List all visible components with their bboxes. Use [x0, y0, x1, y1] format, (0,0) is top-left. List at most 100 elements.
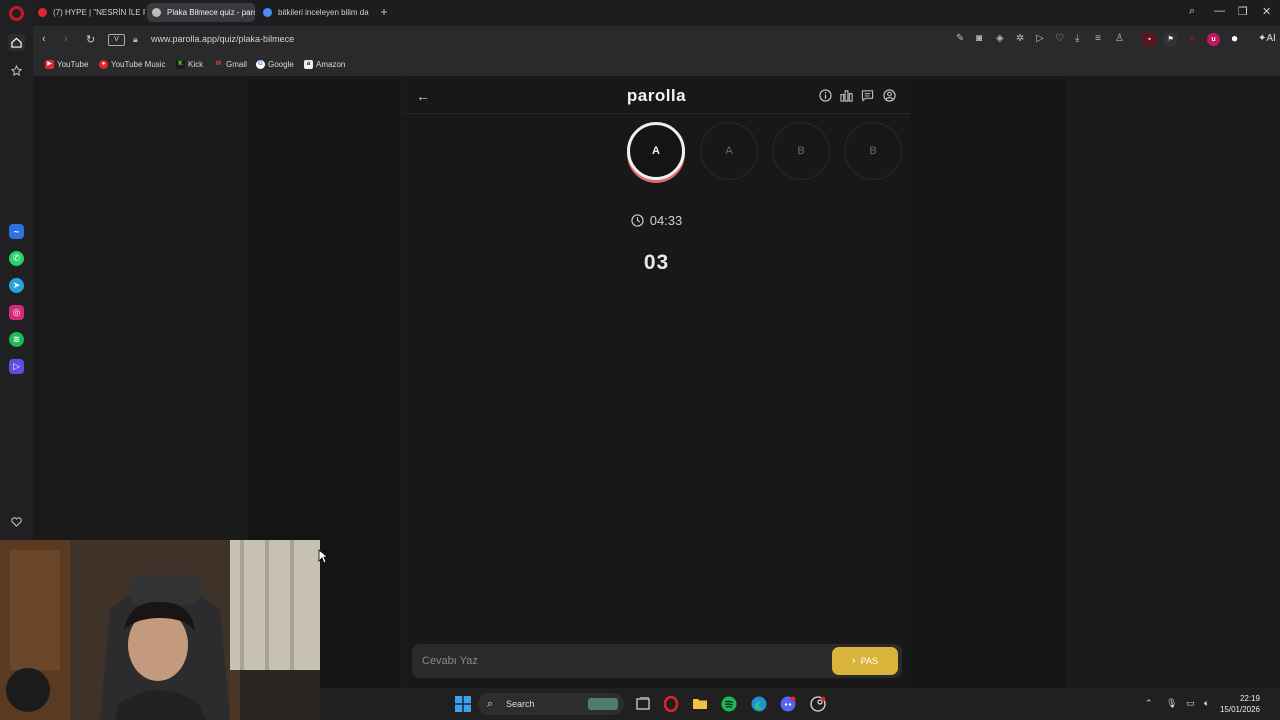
bookmark-label: YouTube Music [111, 60, 166, 69]
comments-icon[interactable] [860, 88, 875, 103]
messenger-icon[interactable]: ~ [9, 224, 24, 239]
player-icon[interactable]: ▷ [9, 359, 24, 374]
forward-icon[interactable]: › [64, 33, 68, 45]
bookmark-kick[interactable]: K Kick [176, 60, 203, 69]
spotify-icon[interactable]: ≋ [9, 332, 24, 347]
webcam-overlay [0, 540, 320, 720]
discord-icon[interactable] [780, 696, 796, 712]
letter-circle: B [772, 122, 830, 180]
letter-label: B [797, 145, 805, 157]
shield-icon[interactable]: ◈ [996, 33, 1004, 44]
extension-icon[interactable]: ▪ [1143, 33, 1156, 46]
timer: 04:33 [402, 213, 911, 230]
kick-icon: K [176, 60, 185, 69]
windows-start-icon[interactable] [455, 696, 471, 712]
download-icon[interactable]: ⤓ [1075, 33, 1079, 44]
screen: ~ ✆ ➤ ◎ ≋ ▷ (7) HYPE | "NESRİN İLE PA Pl… [0, 0, 1280, 720]
tab-label: Plaka Bilmece quiz - parol [167, 8, 255, 17]
search-tabs-icon[interactable]: ⌕ [1189, 5, 1195, 18]
file-explorer-icon[interactable] [692, 696, 708, 712]
task-view-icon[interactable] [635, 696, 651, 712]
chevron-right-icon: › [851, 655, 856, 667]
google-favicon-icon [263, 8, 272, 17]
restore-icon[interactable]: ❐ [1238, 5, 1248, 18]
speed-dial-icon[interactable] [8, 62, 25, 79]
plate-number: 03 [643, 251, 670, 274]
pass-button[interactable]: › PAS [832, 647, 898, 675]
tray-chevron-icon[interactable]: ⌃ [1145, 698, 1153, 709]
youtube-favicon-icon [38, 8, 47, 17]
reload-icon[interactable]: ↻ [86, 33, 95, 46]
bookmark-label: Amazon [316, 60, 346, 69]
right-panel [911, 79, 1065, 688]
aria-ai-icon[interactable]: ✦AI [1258, 33, 1276, 44]
webcam-feed-image [0, 540, 320, 720]
app-header: ← parolla [402, 79, 911, 114]
profile-icon[interactable]: ♙ [1115, 33, 1124, 44]
brand-logo[interactable]: parolla [402, 86, 911, 106]
microphone-icon[interactable]: 🎙︎ [1166, 698, 1177, 709]
windows-taskbar: ⌕ Search ⌃ 🎙︎ ▭ 🔈︎ 22:19 15/01/2026 [320, 688, 1280, 720]
bookmark-youtube-music[interactable]: ● YouTube Music [99, 60, 166, 69]
bookmark-amazon[interactable]: a Amazon [304, 60, 345, 69]
play-icon[interactable]: ▷ [1036, 33, 1044, 44]
tracker-icon[interactable]: ✲ [1016, 33, 1024, 44]
info-icon[interactable] [818, 88, 833, 103]
new-tab-plus-icon[interactable]: + [378, 6, 390, 18]
edge-icon[interactable] [751, 696, 767, 712]
bookmark-google[interactable]: G Google [256, 60, 294, 69]
answer-input[interactable] [422, 644, 822, 678]
search-label: Search [506, 699, 535, 709]
clock-icon [631, 214, 644, 230]
account-icon[interactable] [882, 88, 897, 103]
taskbar-search[interactable]: ⌕ Search [478, 693, 624, 715]
ublock-icon[interactable]: u [1207, 33, 1220, 46]
extension-icon[interactable]: ✂ [1186, 33, 1199, 46]
menu-icon[interactable]: ≡ [1095, 33, 1101, 44]
back-icon[interactable]: ‹ [42, 33, 46, 45]
letter-circle: A [700, 122, 758, 180]
telegram-icon[interactable]: ➤ [9, 278, 24, 293]
opera-logo-icon[interactable] [9, 6, 24, 21]
pass-label: PAS [860, 656, 878, 666]
extensions-puzzle-icon[interactable]: ⬢ [1228, 33, 1241, 46]
home-icon[interactable] [8, 34, 25, 51]
steam-icon[interactable] [810, 696, 826, 712]
tab-parolla[interactable]: Plaka Bilmece quiz - parol [147, 3, 255, 22]
answer-box: › PAS [412, 644, 902, 678]
vpn-badge[interactable]: V [108, 34, 125, 46]
google-icon: G [256, 60, 265, 69]
parolla-favicon-icon [152, 8, 161, 17]
minimize-icon[interactable]: — [1214, 5, 1225, 17]
extension-icon[interactable]: ⚑ [1164, 33, 1177, 46]
tab-google[interactable]: bitkileri inceleyen bilim da [258, 3, 370, 22]
mouse-cursor-icon [318, 549, 328, 564]
tab-label: (7) HYPE | "NESRİN İLE PA [53, 8, 145, 17]
tab-bar: (7) HYPE | "NESRİN İLE PA Plaka Bilmece … [33, 0, 1280, 26]
tab-youtube[interactable]: (7) HYPE | "NESRİN İLE PA [33, 3, 145, 22]
system-clock[interactable]: 22:19 15/01/2026 [1204, 693, 1260, 715]
spotify-taskbar-icon[interactable] [721, 696, 737, 712]
favorite-icon[interactable]: ♡ [1055, 33, 1064, 44]
bookmark-gmail[interactable]: M Gmail [214, 60, 247, 69]
youtube-icon: ▶ [45, 60, 54, 69]
clock-date: 15/01/2026 [1219, 705, 1260, 714]
camera-icon[interactable]: ◙ [976, 33, 982, 44]
stats-icon[interactable] [839, 88, 854, 103]
opera-taskbar-icon[interactable] [663, 695, 679, 713]
amazon-icon: a [304, 60, 313, 69]
clock-time: 22:19 [1239, 694, 1260, 703]
search-widget-icon [588, 698, 618, 710]
close-window-icon[interactable]: ✕ [1262, 5, 1271, 18]
bookmark-label: Kick [188, 60, 204, 69]
lock-icon[interactable]: 🔒︎ [133, 34, 138, 45]
letter-circle-active: A [627, 122, 685, 180]
edit-icon[interactable]: ✎ [956, 33, 964, 44]
instagram-icon[interactable]: ◎ [9, 305, 24, 320]
bookmark-youtube[interactable]: ▶ YouTube [45, 60, 88, 69]
display-icon[interactable]: ▭ [1186, 698, 1195, 709]
letter-label: A [725, 145, 733, 157]
whatsapp-icon[interactable]: ✆ [9, 251, 24, 266]
url-field[interactable]: www.parolla.app/quiz/plaka-bilmece [151, 34, 294, 44]
heart-icon[interactable] [8, 513, 25, 530]
